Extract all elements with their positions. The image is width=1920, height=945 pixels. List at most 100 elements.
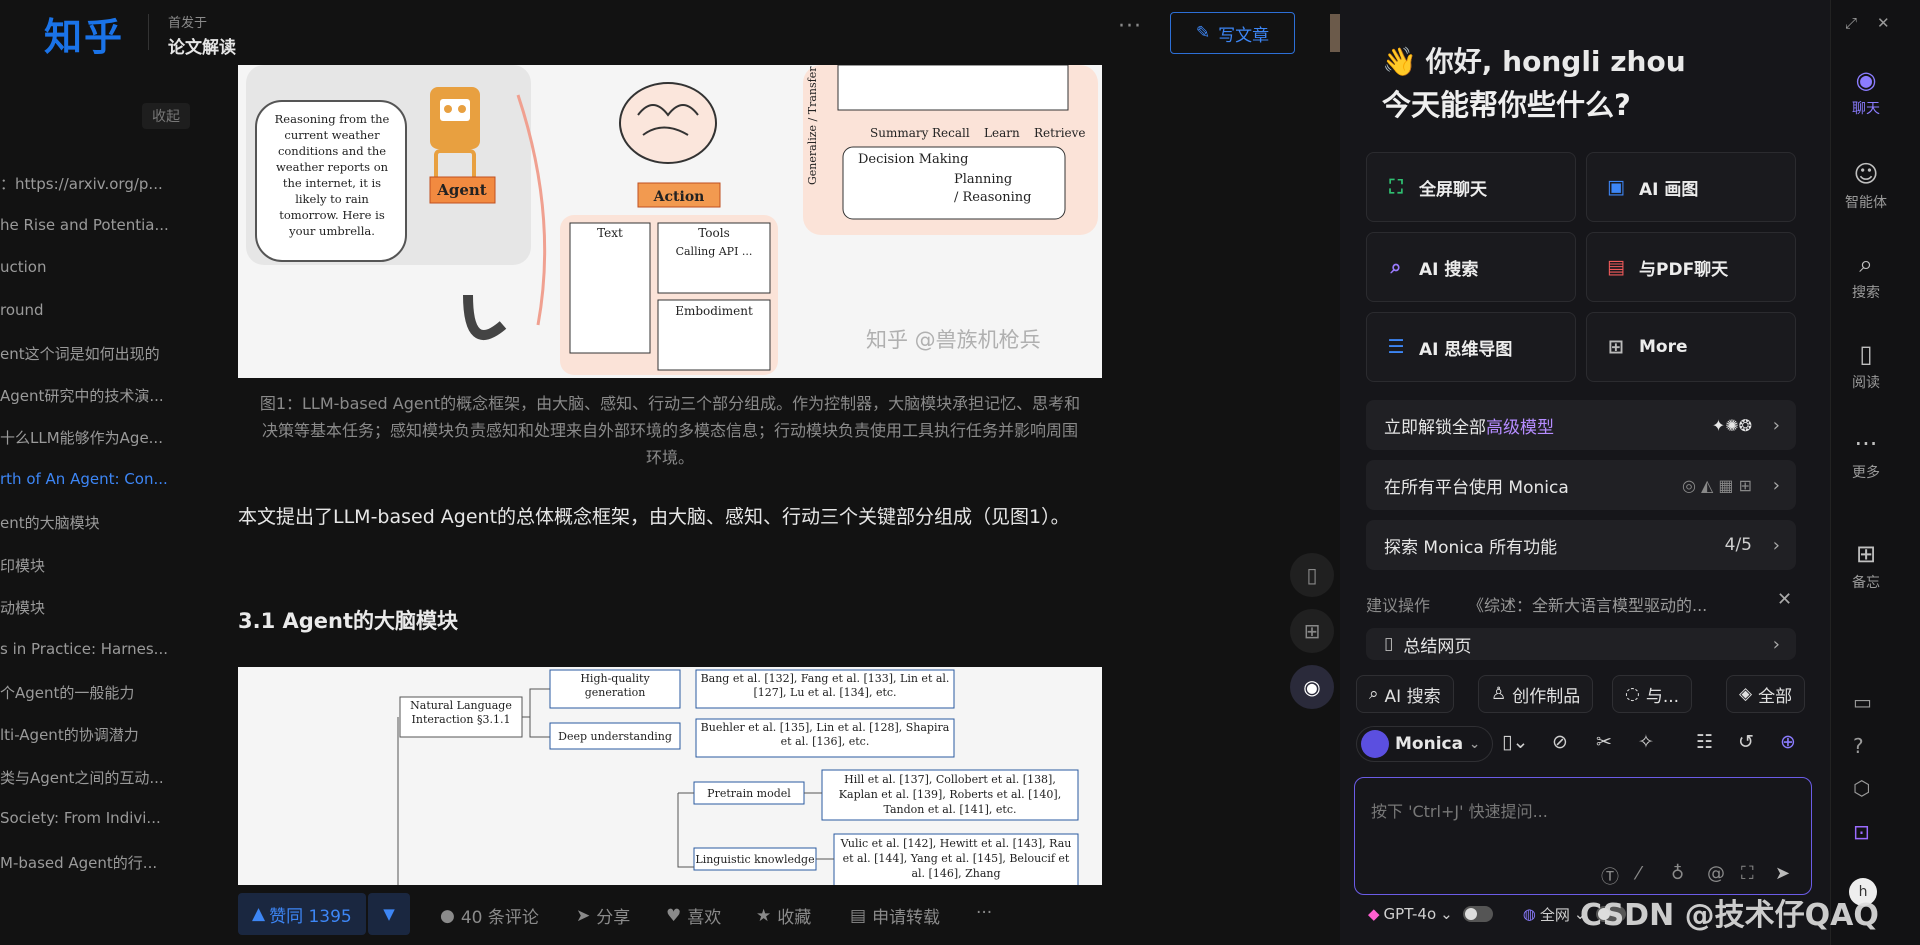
new-chat-icon[interactable]: ⊕ xyxy=(1780,731,1796,753)
history-icon[interactable]: ↺ xyxy=(1738,731,1754,753)
toc-item[interactable]: he Rise and Potentia... xyxy=(0,216,170,234)
toc-item[interactable]: Society: From Indivi... xyxy=(0,809,170,827)
more-tile[interactable]: ⊞ More xyxy=(1586,312,1796,382)
toc-item-active[interactable]: rth of An Agent: Con... xyxy=(0,470,170,488)
reading-mode-icon[interactable]: ▯ xyxy=(1290,553,1334,597)
toc-item[interactable]: 类与Agent之间的互动... xyxy=(0,767,170,788)
toc-item[interactable]: s in Practice: Harnes... xyxy=(0,640,170,658)
at-mention-icon[interactable]: @ xyxy=(1707,863,1725,884)
rail-search[interactable]: ⌕ 搜索 xyxy=(1831,250,1901,302)
toc-item[interactable]: 十么LLM能够作为Age... xyxy=(0,427,170,448)
reprint-button[interactable]: ▤ 申请转载 xyxy=(850,903,940,929)
toc-item[interactable]: round xyxy=(0,301,170,319)
lightbulb-icon[interactable]: ✧ xyxy=(1638,731,1654,753)
triangle-up-icon: ▲ xyxy=(252,904,266,924)
chevron-down-icon: ⌄ xyxy=(1469,736,1480,752)
agent-label: Agent xyxy=(436,181,487,199)
collapse-outline-button[interactable]: 收起 xyxy=(142,103,190,129)
pdf-chat-tile[interactable]: ▤ 与PDF聊天 xyxy=(1586,232,1796,302)
toc-item[interactable]: 个Agent的一般能力 xyxy=(0,682,170,703)
share-button[interactable]: ➤ 分享 xyxy=(576,903,630,929)
toc-item[interactable]: ent这个词是如何出现的 xyxy=(0,343,170,364)
ai-draw-tile[interactable]: ▣ AI 画图 xyxy=(1586,152,1796,222)
toc-item[interactable]: lti-Agent的协调潜力 xyxy=(0,724,170,745)
published-in-label: 首发于 xyxy=(168,16,208,31)
like-button[interactable]: ♥ 喜欢 xyxy=(666,903,721,929)
write-article-button[interactable]: ✎ 写文章 xyxy=(1170,12,1295,54)
chip-create-artifact[interactable]: ♙ 创作制品 xyxy=(1478,675,1594,713)
model-logos-icon: ✦✺❂ xyxy=(1711,415,1752,435)
column-name-link[interactable]: 论文解读 xyxy=(168,33,236,58)
downvote-button[interactable]: ▼ xyxy=(368,893,410,935)
gift-icon[interactable]: ⊡ xyxy=(1853,820,1870,844)
attach-icon[interactable]: ⊘ xyxy=(1552,731,1568,753)
monica-float-icon[interactable]: ◉ xyxy=(1290,665,1334,709)
rail-read-label: 阅读 xyxy=(1852,375,1880,391)
devices-icon[interactable]: ▭ xyxy=(1853,690,1872,714)
node-linguistic: Linguistic knowledge xyxy=(695,853,814,866)
chip-all[interactable]: ◈ 全部 xyxy=(1726,675,1806,713)
bot-selector[interactable]: Monica ⌄ xyxy=(1356,726,1493,762)
microphone-icon[interactable]: ♁ xyxy=(1671,863,1684,884)
summarize-page-row[interactable]: ▯ 总结网页 › xyxy=(1366,628,1796,660)
unlock-models-row[interactable]: 立即解锁全部 高级模型 ✦✺❂ › xyxy=(1366,400,1796,450)
help-icon[interactable]: ? xyxy=(1853,734,1864,758)
article-outline: 收起 ：https://arxiv.org/p... he Rise and P… xyxy=(0,65,200,945)
all-platforms-row[interactable]: 在所有平台使用 Monica ◎ ◭ ▦ ⊞ › xyxy=(1366,460,1796,510)
rail-read[interactable]: ▯ 阅读 xyxy=(1831,340,1901,392)
more-options-icon[interactable]: ··· xyxy=(1118,14,1142,39)
toc-item[interactable]: 动模块 xyxy=(0,597,170,618)
triangle-down-icon: ▼ xyxy=(383,905,395,923)
grid-apps-icon[interactable]: ⊞ xyxy=(1290,609,1334,653)
tile-label: AI 画图 xyxy=(1639,179,1699,200)
toc-item[interactable]: uction xyxy=(0,258,170,276)
chip-chat-with[interactable]: ◌ 与... xyxy=(1612,675,1693,713)
chip-ai-search[interactable]: ⌕ AI 搜索 xyxy=(1356,675,1454,713)
screenshot-icon[interactable]: ⛶ xyxy=(1741,863,1754,884)
magic-wand-icon[interactable]: ⁄ xyxy=(1637,863,1640,884)
model-selector[interactable]: ◆ GPT-4o ⌄ xyxy=(1368,905,1453,923)
rail-chat[interactable]: ◉ 聊天 xyxy=(1831,66,1901,118)
collect-label: 收藏 xyxy=(777,908,812,928)
send-icon[interactable]: ➤ xyxy=(1775,863,1790,884)
mindmap-tile[interactable]: ☰ AI 思维导图 xyxy=(1366,312,1576,382)
web-search-selector[interactable]: ◍ 全网 ⌄ xyxy=(1523,904,1587,925)
all-platforms-label: 在所有平台使用 Monica xyxy=(1384,477,1569,498)
toc-item[interactable]: Agent研究中的技术演... xyxy=(0,385,170,406)
settings-sliders-icon[interactable]: ☷ xyxy=(1696,731,1713,753)
toc-item[interactable]: ：https://arxiv.org/p... xyxy=(0,173,170,194)
toc-item[interactable]: M-based Agent的行... xyxy=(0,852,170,873)
ai-search-tile[interactable]: ⌕ AI 搜索 xyxy=(1366,232,1576,302)
node-high-quality: High-quality generation xyxy=(580,672,650,699)
close-icon[interactable]: ✕ xyxy=(1777,589,1792,610)
chat-input-box[interactable]: 按下 'Ctrl+J' 快速提问... Ⓣ ⁄ ♁ @ ⛶ ➤ xyxy=(1354,777,1812,895)
read-mode-icon[interactable]: ▯⌄ xyxy=(1502,731,1528,753)
translate-icon[interactable]: Ⓣ xyxy=(1601,863,1619,889)
collect-button[interactable]: ★ 收藏 xyxy=(756,903,812,929)
fullscreen-chat-tile[interactable]: ⛶ 全屏聊天 xyxy=(1366,152,1576,222)
zhihu-logo[interactable]: 知乎 xyxy=(44,6,124,61)
rail-memo[interactable]: ⊞ 备忘 xyxy=(1831,540,1901,592)
expand-icon[interactable]: ⤢ xyxy=(1845,14,1857,32)
toc-item[interactable]: ent的大脑模块 xyxy=(0,512,170,533)
settings-icon[interactable]: ⬡ xyxy=(1853,776,1870,800)
toc-item[interactable]: 印模块 xyxy=(0,555,170,576)
artifact-icon: ♙ xyxy=(1491,684,1507,704)
explore-features-row[interactable]: 探索 Monica 所有功能 4/5 › xyxy=(1366,520,1796,570)
greeting-name: 你好, hongli zhou xyxy=(1425,45,1686,78)
scissors-icon[interactable]: ✂ xyxy=(1596,731,1612,753)
tile-label: More xyxy=(1639,337,1688,357)
chip-label: 创作制品 xyxy=(1512,686,1581,707)
rail-memo-label: 备忘 xyxy=(1852,575,1880,591)
more-actions-button[interactable]: ··· xyxy=(976,903,992,923)
figure-agent-framework[interactable]: Reasoning from the current weather condi… xyxy=(238,65,1102,378)
upvote-button[interactable]: ▲ 赞同 1395 xyxy=(238,893,366,935)
rail-more[interactable]: ··· 更多 xyxy=(1831,430,1901,482)
rail-agent[interactable]: ☺ 智能体 xyxy=(1831,160,1901,212)
tile-label: 全屏聊天 xyxy=(1419,179,1487,200)
comments-button[interactable]: ● 40 条评论 xyxy=(440,903,539,929)
figure-brain-taxonomy[interactable]: Natural Language Interaction §3.1.1 High… xyxy=(238,667,1102,885)
close-panel-icon[interactable]: ✕ xyxy=(1877,14,1890,32)
chat-bot-icon: ◉ xyxy=(1855,66,1877,94)
model-toggle[interactable] xyxy=(1462,906,1493,922)
